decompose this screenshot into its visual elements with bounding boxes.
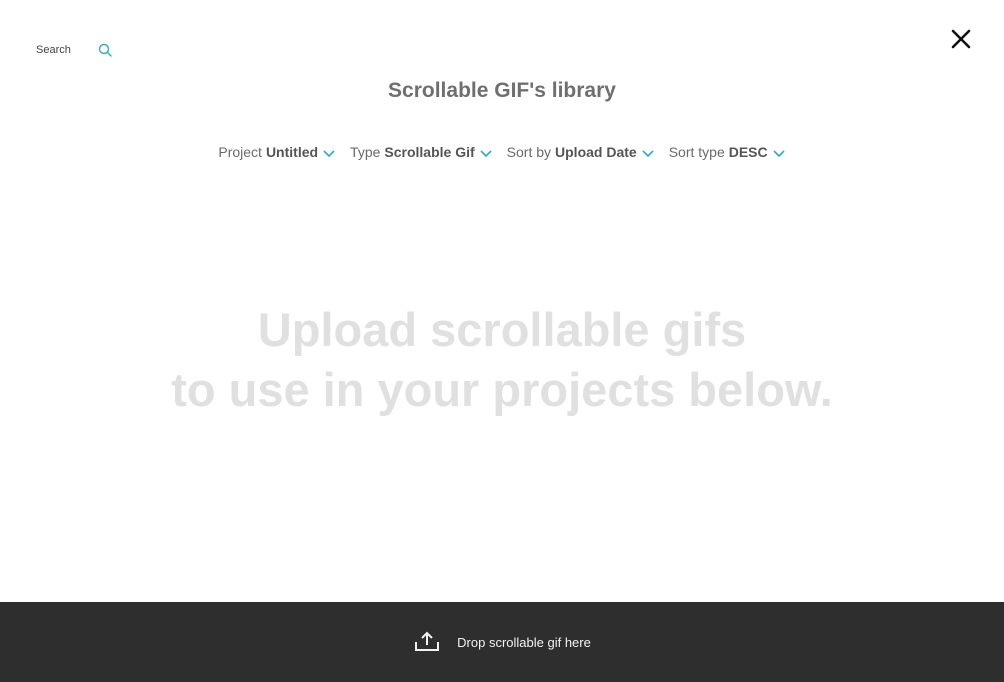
chevron-down-icon [773,149,785,157]
filter-value: Upload Date [555,144,637,160]
search-input[interactable] [36,42,96,58]
chevron-down-icon [642,149,654,157]
search-bar [36,42,112,58]
filter-label: Type [350,144,381,160]
chevron-down-icon [323,149,335,157]
dropzone-label: Drop scrollable gif here [457,634,591,650]
upload-icon [415,631,440,651]
filter-label: Sort type [668,144,725,160]
filter-value: Untitled [265,144,319,160]
chevron-down-icon [480,149,492,157]
search-icon[interactable] [98,43,112,57]
filter-bar: Project Untitled Type Scrollable Gif Sor… [0,144,1004,160]
filter-project-dropdown[interactable]: Project Untitled [218,144,336,160]
gif-library-page: Scrollable GIF's library Project Untitle… [0,0,1004,682]
filter-type-dropdown[interactable]: Type Scrollable Gif [350,144,493,160]
close-icon [951,29,971,49]
empty-state-line-2: to use in your projects below. [171,363,833,416]
close-button[interactable] [950,28,972,50]
filter-value: Scrollable Gif [384,144,475,160]
filter-label: Sort by [506,144,552,160]
page-title: Scrollable GIF's library [388,79,616,102]
filter-value: DESC [728,144,768,160]
filter-sort-type-dropdown[interactable]: Sort type DESC [669,144,786,160]
gif-dropzone[interactable]: Drop scrollable gif here [0,602,1004,682]
filter-sort-by-dropdown[interactable]: Sort by Upload Date [507,144,655,160]
empty-state-message: Upload scrollable gifs to use in your pr… [0,300,1004,420]
empty-state-line-1: Upload scrollable gifs [257,303,747,356]
filter-label: Project [218,144,262,160]
